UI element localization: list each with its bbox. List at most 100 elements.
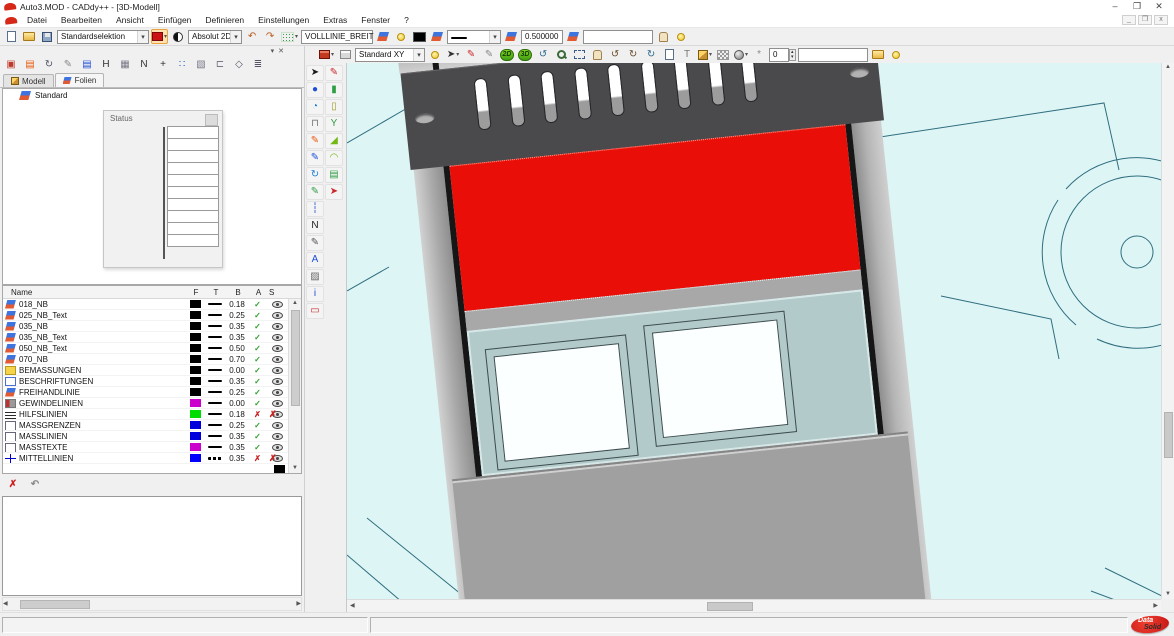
clamp-tool-icon[interactable]: ⊓ <box>306 116 324 132</box>
layer-visible-toggle[interactable] <box>267 301 288 308</box>
joint-icon[interactable]: ⊏ <box>211 57 229 73</box>
grid-snap-icon[interactable]: ▾ <box>280 29 299 44</box>
layer-visible-toggle[interactable] <box>267 323 288 330</box>
close-button[interactable]: ✕ <box>1148 1 1170 12</box>
col-visible[interactable]: S <box>267 288 301 297</box>
toolbar-overflow-icon[interactable]: ▾ <box>271 47 275 55</box>
layer-active-toggle[interactable]: ✓ <box>248 344 267 353</box>
layer-row-gewindelinien[interactable]: GEWINDELINIEN0.00✓ <box>3 398 288 409</box>
refresh-icon[interactable]: ↻ <box>40 57 58 73</box>
col-active[interactable]: A <box>248 288 267 297</box>
restore-button[interactable]: ❐ <box>1126 1 1148 12</box>
view-2d-button[interactable]: 2D <box>499 47 515 62</box>
redo-icon[interactable]: ↷ <box>262 29 278 44</box>
layer-row-masstexte[interactable]: MASSTEXTE0.35✓ <box>3 442 288 453</box>
menu-einfgen[interactable]: Einfügen <box>151 14 199 26</box>
col-name[interactable]: Name <box>3 288 186 297</box>
marker-pen-icon[interactable]: ✎ <box>325 65 343 81</box>
scroll-down-icon[interactable]: ▼ <box>1165 590 1171 599</box>
polyline-icon[interactable]: N <box>135 57 153 73</box>
layer-linetype[interactable] <box>204 435 226 437</box>
layer-visible-toggle[interactable]: ✗ <box>267 411 288 418</box>
line-type-input[interactable]: VOLLLINIE_BREIT <box>301 30 373 44</box>
hatch-tool-icon[interactable]: ▨ <box>306 269 324 285</box>
element-pen-icon[interactable]: ✎ <box>481 47 497 62</box>
line-width-input[interactable]: 0.500000 <box>521 30 563 44</box>
layer-color[interactable] <box>186 366 204 374</box>
layer-color[interactable] <box>186 311 204 319</box>
mdi-close-button[interactable]: x <box>1154 15 1168 25</box>
layer-active-toggle[interactable]: ✓ <box>248 388 267 397</box>
chevron-down-icon[interactable]: ▾ <box>489 31 500 43</box>
layer-color[interactable] <box>186 300 204 308</box>
menu-datei[interactable]: Datei <box>20 14 54 26</box>
text-tool-icon[interactable]: A <box>306 252 324 268</box>
copy-layer-icon[interactable]: ▤ <box>21 57 39 73</box>
cylinder-solid-icon[interactable]: ▯ <box>325 99 343 115</box>
panel-hscrollbar[interactable]: ◀ ▶ <box>2 597 302 611</box>
draw-pen-icon[interactable]: ✎ <box>59 57 77 73</box>
scroll-down-icon[interactable]: ▼ <box>292 464 298 473</box>
layer-visible-toggle[interactable] <box>267 444 288 451</box>
layer-active-toggle[interactable]: ✓ <box>248 333 267 342</box>
layer-color[interactable] <box>186 421 204 429</box>
attribute-input[interactable] <box>583 30 653 44</box>
layer-row-hilfslinien[interactable]: HILFSLINIEN0.18✗✗ <box>3 409 288 420</box>
chevron-down-icon[interactable]: ▾ <box>137 31 148 43</box>
rotate-3d-icon[interactable]: ↺ <box>535 47 551 62</box>
view-extra-input[interactable] <box>798 48 868 62</box>
layer-color[interactable] <box>186 344 204 352</box>
menu-?[interactable]: ? <box>397 14 416 26</box>
layer-row-050_nb_text[interactable]: 050_NB_Text0.50✓ <box>3 343 288 354</box>
new-file-icon[interactable] <box>3 29 19 44</box>
layer-visible-toggle[interactable] <box>267 334 288 341</box>
col-color[interactable]: F <box>186 288 204 297</box>
pen-h-icon[interactable]: H <box>97 57 115 73</box>
extrude-solid-icon[interactable]: ▮ <box>325 82 343 98</box>
layer-table-scrollbar[interactable]: ▲ ▼ <box>288 299 301 473</box>
rotate-tool-icon[interactable]: ↻ <box>306 167 324 183</box>
view-plane-combo[interactable]: Standard XY▾ <box>355 48 425 62</box>
apply-attributes-icon[interactable] <box>655 29 671 44</box>
menu-einstellungen[interactable]: Einstellungen <box>251 14 316 26</box>
apply-view-icon[interactable] <box>870 47 886 62</box>
lightbulb-layers-icon[interactable] <box>673 29 689 44</box>
scroll-right-icon[interactable]: ▶ <box>1153 602 1158 611</box>
arrow-3d-icon[interactable]: ➤ <box>325 184 343 200</box>
layer-linetype[interactable] <box>204 325 226 327</box>
undo-icon[interactable]: ↶ <box>244 29 260 44</box>
layer-row-070_nb[interactable]: 070_NB0.70✓ <box>3 354 288 365</box>
layer-visible-toggle[interactable] <box>267 312 288 319</box>
layer-color[interactable] <box>186 377 204 385</box>
scroll-thumb[interactable] <box>20 600 90 609</box>
layer-visible-toggle[interactable] <box>267 378 288 385</box>
layer-linetype[interactable] <box>204 303 226 305</box>
layer-color[interactable] <box>186 388 204 396</box>
layer-linetype[interactable] <box>204 391 226 393</box>
list-icon[interactable]: ≣ <box>249 57 267 73</box>
layer-active-toggle[interactable]: ✓ <box>248 421 267 430</box>
layer-linetype[interactable] <box>204 358 226 360</box>
undo-action-icon[interactable]: ↶ <box>26 477 44 493</box>
info-tool-icon[interactable]: i <box>306 286 324 302</box>
layer-color[interactable] <box>186 355 204 363</box>
scroll-right-icon[interactable]: ▶ <box>296 600 301 609</box>
layer-active-toggle[interactable]: ✓ <box>248 366 267 375</box>
layer-linetype[interactable] <box>204 314 226 316</box>
scroll-left-icon[interactable]: ◀ <box>350 602 355 611</box>
cross-icon[interactable]: + <box>154 57 172 73</box>
viewport-hscrollbar[interactable]: ◀ ▶ <box>347 599 1161 612</box>
layer-active-toggle[interactable]: ✓ <box>248 322 267 331</box>
status-popup-button[interactable] <box>205 114 218 126</box>
toolbar-close-icon[interactable]: ✕ <box>278 47 284 55</box>
zoom-dynamic-icon[interactable] <box>553 47 569 62</box>
layer-row-bemassungen[interactable]: BEMASSUNGEN0.00✓ <box>3 365 288 376</box>
layer-row-025_nb_text[interactable]: 025_NB_Text0.25✓ <box>3 310 288 321</box>
layer-active-toggle[interactable]: ✗ <box>248 410 267 419</box>
sketch-pen-icon[interactable]: ✎ <box>306 133 324 149</box>
layer-active-toggle[interactable]: ✓ <box>248 443 267 452</box>
light-bulb-icon[interactable] <box>888 47 904 62</box>
menu-definieren[interactable]: Definieren <box>198 14 251 26</box>
measure-pen-icon[interactable]: ✎ <box>306 184 324 200</box>
layer-visible-toggle[interactable] <box>267 389 288 396</box>
